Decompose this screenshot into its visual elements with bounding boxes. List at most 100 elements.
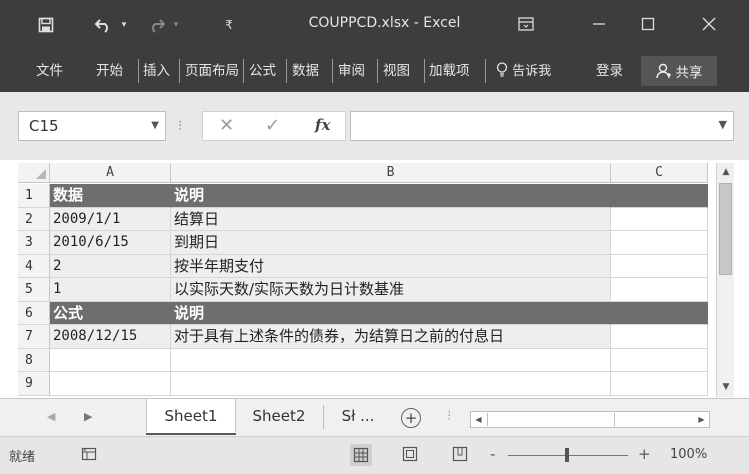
save-icon[interactable] — [34, 14, 58, 36]
column-header-a[interactable]: A — [50, 163, 171, 183]
tab-separator — [243, 59, 244, 83]
cell-a2[interactable]: 2009/1/1 — [50, 207, 171, 231]
page-break-view-icon[interactable] — [451, 446, 469, 464]
cell-b8[interactable] — [171, 348, 611, 372]
cell-b4[interactable]: 按半年期支付 — [171, 254, 611, 278]
cell-c2[interactable] — [611, 207, 708, 231]
cell-c5[interactable] — [611, 278, 708, 302]
name-box-dropdown-icon[interactable]: ▼ — [151, 112, 159, 140]
row-header[interactable]: 3 — [18, 231, 50, 255]
sheet-tab-more[interactable]: Sł ... — [328, 399, 388, 433]
scroll-right-icon[interactable]: ▶ — [694, 412, 709, 427]
cell-a3[interactable]: 2010/6/15 — [50, 231, 171, 255]
row-header[interactable]: 5 — [18, 278, 50, 302]
expand-formula-bar-icon[interactable]: ▼ — [719, 118, 727, 131]
enter-icon[interactable]: ✓ — [265, 115, 280, 136]
cell-b6[interactable]: 说明 — [171, 301, 611, 325]
cell-b9[interactable] — [171, 372, 611, 396]
zoom-level[interactable]: 100% — [670, 447, 707, 462]
cell-a9[interactable] — [50, 372, 171, 396]
cell-c7[interactable] — [611, 325, 708, 349]
cell-c1[interactable] — [611, 184, 708, 208]
cell-a8[interactable] — [50, 348, 171, 372]
row-header[interactable]: 6 — [18, 301, 50, 325]
cell-b5[interactable]: 以实际天数/实际天数为日计数基准 — [171, 278, 611, 302]
zoom-out-button[interactable]: - — [490, 445, 495, 463]
vertical-scroll-thumb[interactable] — [719, 183, 732, 275]
select-all-corner[interactable] — [18, 163, 50, 183]
insert-function-icon[interactable]: fx — [315, 116, 330, 134]
prev-sheet-icon[interactable]: ◀ — [47, 410, 55, 423]
cell-a1[interactable]: 数据 — [50, 184, 171, 208]
ribbon-tabs: 文件 开始 插入 页面布局 公式 数据 审阅 视图 加载项 告诉我 登录 共享 — [0, 50, 749, 92]
add-sheet-icon[interactable]: + — [401, 408, 421, 428]
sheet-tab-sheet2[interactable]: Sheet2 — [238, 399, 320, 433]
tab-home[interactable]: 开始 — [96, 61, 123, 81]
row-header[interactable]: 1 — [18, 184, 50, 208]
cell-b7[interactable]: 对于具有上述条件的债券，为结算日之前的付息日 — [171, 325, 611, 349]
cell-c8[interactable] — [611, 348, 708, 372]
share-button[interactable]: 共享 — [641, 56, 717, 86]
normal-view-icon[interactable] — [350, 444, 372, 466]
cell-b1[interactable]: 说明 — [171, 184, 611, 208]
undo-dropdown-icon[interactable]: ▾ — [118, 14, 130, 36]
redo-dropdown-icon[interactable]: ▾ — [170, 14, 182, 36]
scroll-left-icon[interactable]: ◀ — [471, 412, 486, 427]
undo-icon[interactable] — [92, 14, 114, 36]
column-header-c[interactable]: C — [611, 163, 708, 183]
scroll-down-icon[interactable]: ▼ — [718, 379, 734, 396]
status-ready: 就绪 — [9, 450, 36, 465]
tab-split-grip-icon[interactable]: ⁝ — [447, 408, 451, 424]
person-icon — [655, 63, 671, 79]
tab-page-layout[interactable]: 页面布局 — [185, 61, 239, 81]
formula-bar-grip-icon[interactable]: ⁝ — [178, 118, 182, 134]
customize-qat-icon[interactable]: ₹ — [222, 14, 236, 36]
cell-c6[interactable] — [611, 301, 708, 325]
tab-insert[interactable]: 插入 — [143, 61, 170, 81]
row-header[interactable]: 2 — [18, 207, 50, 231]
row-header[interactable]: 9 — [18, 372, 50, 396]
zoom-in-button[interactable]: + — [638, 445, 651, 463]
cell-c3[interactable] — [611, 231, 708, 255]
cell-b3[interactable]: 到期日 — [171, 231, 611, 255]
page-layout-view-icon[interactable] — [401, 446, 419, 464]
tab-view[interactable]: 视图 — [383, 61, 410, 81]
vertical-scrollbar[interactable]: ▲ ▼ — [716, 163, 734, 397]
formula-buttons: ✕ ✓ fx — [202, 111, 346, 141]
close-icon[interactable] — [694, 12, 724, 36]
tab-addins[interactable]: 加载项 — [429, 61, 470, 81]
redo-icon[interactable] — [146, 14, 168, 36]
tab-file[interactable]: 文件 — [36, 61, 63, 81]
cell-a5[interactable]: 1 — [50, 278, 171, 302]
maximize-icon[interactable] — [633, 12, 663, 36]
cancel-icon[interactable]: ✕ — [219, 115, 234, 136]
next-sheet-icon[interactable]: ▶ — [84, 410, 92, 423]
login-link[interactable]: 登录 — [596, 61, 623, 81]
worksheet-grid: A B C 1 数据 说明 2 2009/1/1 结算日 3 2010/6/15 到期日 4 2 按半… — [0, 160, 749, 398]
cell-a7[interactable]: 2008/12/15 — [50, 325, 171, 349]
tell-me-search[interactable]: 告诉我 — [496, 61, 551, 81]
cell-c9[interactable] — [611, 372, 708, 396]
ribbon-display-icon[interactable] — [511, 12, 541, 36]
horizontal-scroll-thumb[interactable] — [487, 413, 615, 426]
tab-data[interactable]: 数据 — [292, 61, 319, 81]
scroll-up-icon[interactable]: ▲ — [718, 164, 734, 181]
horizontal-scrollbar[interactable]: ◀ ▶ — [470, 411, 710, 428]
cell-b2[interactable]: 结算日 — [171, 207, 611, 231]
name-box[interactable]: C15 ▼ — [18, 111, 166, 141]
macro-record-icon[interactable] — [80, 446, 98, 464]
tab-review[interactable]: 审阅 — [338, 61, 365, 81]
formula-input[interactable]: ▼ — [350, 111, 734, 141]
minimize-icon[interactable] — [584, 12, 614, 36]
tab-formulas[interactable]: 公式 — [249, 61, 276, 81]
zoom-slider-thumb[interactable] — [565, 448, 569, 462]
cell-c4[interactable] — [611, 254, 708, 278]
row-header[interactable]: 4 — [18, 254, 50, 278]
share-label: 共享 — [675, 65, 703, 81]
row-header[interactable]: 7 — [18, 325, 50, 349]
cell-a4[interactable]: 2 — [50, 254, 171, 278]
cell-a6[interactable]: 公式 — [50, 301, 171, 325]
column-header-b[interactable]: B — [171, 163, 611, 183]
sheet-tab-sheet1[interactable]: Sheet1 — [146, 399, 236, 433]
row-header[interactable]: 8 — [18, 348, 50, 372]
